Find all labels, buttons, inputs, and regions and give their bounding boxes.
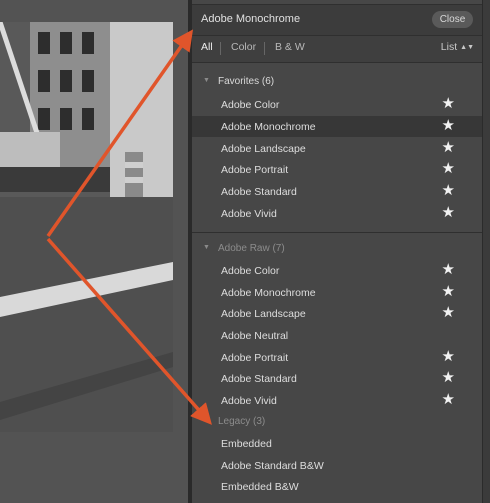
profile-group-name: Legacy (3) bbox=[218, 416, 266, 427]
profile-item-label: Adobe Vivid bbox=[221, 208, 277, 220]
profile-item-label: Adobe Standard bbox=[221, 373, 297, 385]
star-icon[interactable]: ★ bbox=[442, 369, 455, 387]
profile-item[interactable]: Adobe Standard B&W bbox=[192, 455, 482, 476]
star-icon[interactable]: ★ bbox=[442, 160, 455, 178]
filter-bw[interactable]: B & W bbox=[275, 41, 305, 53]
profile-item-label: Adobe Landscape bbox=[221, 143, 306, 155]
star-icon[interactable]: ★ bbox=[442, 182, 455, 200]
group-divider bbox=[192, 232, 482, 233]
star-icon[interactable]: ★ bbox=[442, 204, 455, 222]
profile-item[interactable]: Adobe Monochrome ★ bbox=[192, 116, 482, 137]
scrollbar-track[interactable] bbox=[483, 0, 490, 503]
close-button[interactable]: Close bbox=[432, 11, 473, 28]
star-icon[interactable]: ★ bbox=[442, 95, 455, 113]
profile-item[interactable]: Adobe Vivid ★ bbox=[192, 203, 482, 224]
profile-filter-bar: All Color B & W List ▲▼ bbox=[192, 36, 482, 63]
disclosure-triangle-icon[interactable]: ▼ bbox=[203, 244, 210, 251]
filter-color[interactable]: Color bbox=[231, 41, 256, 53]
photo-preview-area bbox=[0, 0, 189, 503]
star-icon[interactable]: ★ bbox=[442, 261, 455, 279]
filter-separator bbox=[264, 42, 265, 55]
profile-item-label: Adobe Color bbox=[221, 265, 280, 277]
star-icon[interactable]: ★ bbox=[442, 391, 455, 409]
profile-item[interactable]: Adobe Monochrome ★ bbox=[192, 282, 482, 303]
disclosure-triangle-icon[interactable]: ▼ bbox=[203, 77, 210, 84]
profile-item-label: Adobe Monochrome bbox=[221, 287, 316, 299]
profile-item[interactable]: Adobe Portrait ★ bbox=[192, 159, 482, 180]
profile-group-name: Favorites (6) bbox=[218, 76, 275, 87]
profile-item[interactable]: Adobe Vivid ★ bbox=[192, 390, 482, 411]
profile-item-label: Adobe Neutral bbox=[221, 330, 289, 342]
profile-item[interactable]: Adobe Portrait ★ bbox=[192, 347, 482, 368]
profile-browser-header: Adobe Monochrome Close bbox=[192, 4, 482, 36]
star-icon[interactable]: ★ bbox=[442, 117, 455, 135]
profile-item-label: Adobe Monochrome bbox=[221, 121, 316, 133]
profile-item[interactable]: Adobe Color ★ bbox=[192, 94, 482, 115]
profile-item-label: Adobe Portrait bbox=[221, 352, 289, 364]
profile-item[interactable]: Adobe Neutral bbox=[192, 325, 482, 346]
profile-item[interactable]: Adobe Landscape ★ bbox=[192, 138, 482, 159]
profile-item[interactable]: Adobe Standard ★ bbox=[192, 368, 482, 389]
profile-item-label: Adobe Portrait bbox=[221, 164, 289, 176]
profile-group-header[interactable]: ▼ Favorites (6) bbox=[192, 73, 482, 93]
profile-item-label: Adobe Standard B&W bbox=[221, 460, 324, 472]
profile-group-header[interactable]: ▼ Adobe Raw (7) bbox=[192, 240, 482, 260]
current-profile-title: Adobe Monochrome bbox=[201, 13, 301, 25]
view-mode-dropdown[interactable]: List ▲▼ bbox=[441, 41, 474, 53]
photo-preview bbox=[0, 22, 173, 432]
profile-item[interactable]: Adobe Color ★ bbox=[192, 260, 482, 281]
profile-item-label: Adobe Color bbox=[221, 99, 280, 111]
disclosure-triangle-icon[interactable]: ▼ bbox=[203, 417, 210, 424]
profile-item[interactable]: Adobe Standard ★ bbox=[192, 181, 482, 202]
profile-item[interactable]: Adobe Landscape ★ bbox=[192, 303, 482, 324]
profile-item-label: Adobe Vivid bbox=[221, 395, 277, 407]
profile-item[interactable]: Embedded bbox=[192, 433, 482, 454]
view-mode-label: List bbox=[440, 41, 458, 53]
profile-item-label: Adobe Landscape bbox=[221, 308, 306, 320]
filter-all[interactable]: All bbox=[201, 41, 213, 53]
profile-browser-panel: Adobe Monochrome Close All Color B & W L… bbox=[192, 0, 483, 503]
star-icon[interactable]: ★ bbox=[442, 304, 455, 322]
updown-arrows-icon: ▲▼ bbox=[460, 44, 474, 51]
profile-item-label: Adobe Standard bbox=[221, 186, 297, 198]
profile-group-header[interactable]: ▼ Legacy (3) bbox=[192, 413, 482, 433]
star-icon[interactable]: ★ bbox=[442, 348, 455, 366]
profile-item[interactable]: Embedded B&W bbox=[192, 476, 482, 497]
profile-item-label: Embedded B&W bbox=[221, 481, 299, 493]
star-icon[interactable]: ★ bbox=[442, 139, 455, 157]
profile-group-name: Adobe Raw (7) bbox=[218, 243, 285, 254]
profile-item-label: Embedded bbox=[221, 438, 272, 450]
filter-separator bbox=[220, 42, 221, 55]
star-icon[interactable]: ★ bbox=[442, 283, 455, 301]
